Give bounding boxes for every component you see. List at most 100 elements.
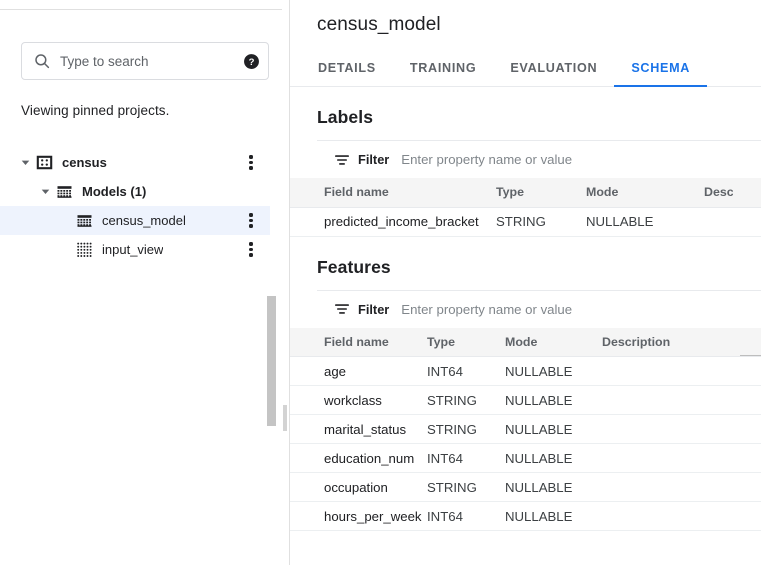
tree-item-label: input_view xyxy=(102,242,164,257)
cell-field-name: marital_status xyxy=(290,414,427,444)
tab-evaluation[interactable]: EVALUATION xyxy=(493,49,614,86)
cell-type: INT64 xyxy=(427,501,505,531)
tree-item-label: census_model xyxy=(102,213,186,228)
view-icon xyxy=(76,241,93,258)
cell-field-name: occupation xyxy=(290,472,427,502)
column-header-type: Type xyxy=(496,178,586,208)
schema-table-features: Field name Type Mode Description age INT64 NUL… xyxy=(290,327,761,531)
cell-description xyxy=(602,385,740,415)
project-icon xyxy=(36,154,53,171)
tree-item-census-model[interactable]: census_model xyxy=(0,206,270,235)
filter-input-features[interactable] xyxy=(401,301,761,317)
cell-description xyxy=(602,443,740,473)
tab-schema[interactable]: SCHEMA xyxy=(614,49,707,87)
search-input[interactable] xyxy=(60,53,237,69)
tab-training[interactable]: TRAINING xyxy=(393,49,493,86)
cell-truncated xyxy=(740,414,761,444)
column-header-mode: Mode xyxy=(586,178,704,208)
cell-field-name: education_num xyxy=(290,443,427,473)
cell-field-name: workclass xyxy=(290,385,427,415)
page-title: census_model xyxy=(317,13,441,35)
filter-icon xyxy=(334,152,350,168)
table-row[interactable]: education_num INT64 NULLABLE xyxy=(290,443,761,473)
tree-item-models-1[interactable]: Models (1) xyxy=(0,177,270,206)
search-icon xyxy=(33,52,51,70)
app-root: ? Viewing pinned projects. census Models … xyxy=(0,0,761,565)
cell-mode: NULLABLE xyxy=(505,414,602,444)
search-box[interactable]: ? xyxy=(21,42,269,80)
cell-mode: NULLABLE xyxy=(505,443,602,473)
tree-item-label: census xyxy=(62,155,107,170)
column-header-type: Type xyxy=(427,327,505,357)
cell-truncated xyxy=(740,356,761,386)
schema-content: LabelsFilterField nameTypeModeDescriptio… xyxy=(290,87,761,564)
section-heading-features: Features xyxy=(317,256,391,277)
cell-truncated xyxy=(740,385,761,415)
filter-bar-labels[interactable]: Filter xyxy=(317,140,761,178)
cell-truncated xyxy=(740,443,761,473)
cell-mode: NULLABLE xyxy=(505,385,602,415)
column-header-description: Description xyxy=(704,178,733,208)
cell-field-name: age xyxy=(290,356,427,386)
column-header-description: Description xyxy=(602,327,740,357)
sidebar-scrollbar[interactable] xyxy=(264,0,280,565)
more-options-icon[interactable] xyxy=(244,213,258,229)
cell-description xyxy=(602,414,740,444)
model-group-icon xyxy=(56,183,73,200)
cell-mode: NULLABLE xyxy=(505,356,602,386)
cell-type: INT64 xyxy=(427,443,505,473)
sidebar: ? Viewing pinned projects. census Models … xyxy=(0,0,289,565)
cell-mode: NULLABLE xyxy=(586,207,704,237)
chevron-down-icon[interactable] xyxy=(34,181,56,203)
title-bar: census_model xyxy=(290,0,761,49)
model-icon xyxy=(76,212,93,229)
schema-table-labels: Field nameTypeModeDescriptionpredicted_i… xyxy=(290,178,761,237)
table-row[interactable]: marital_status STRING NULLABLE xyxy=(290,414,761,444)
filter-bar-features[interactable]: Filter xyxy=(317,289,761,328)
cell-type: INT64 xyxy=(427,356,505,386)
column-header-field-name: Field name xyxy=(290,327,427,357)
cell-field-name: hours_per_week xyxy=(290,501,427,531)
cell-mode: NULLABLE xyxy=(505,501,602,531)
table-row[interactable]: predicted_income_bracket STRING NULLABLE xyxy=(290,207,761,237)
cell-description xyxy=(602,501,740,531)
cell-description xyxy=(602,356,740,386)
tree-item-census[interactable]: census xyxy=(0,148,270,177)
table-header-row: Field nameTypeModeDescription xyxy=(290,327,761,357)
filter-icon xyxy=(334,301,350,317)
filter-label: Filter xyxy=(358,152,390,167)
cell-type: STRING xyxy=(427,385,505,415)
pinned-projects-note: Viewing pinned projects. xyxy=(21,103,170,118)
column-header-spacer xyxy=(732,178,761,208)
tree-item-input-view[interactable]: input_view xyxy=(0,235,270,264)
sidebar-top-divider xyxy=(0,9,282,10)
cell-field-name: predicted_income_bracket xyxy=(290,207,496,237)
column-header-mode: Mode xyxy=(505,327,602,357)
cell-description xyxy=(704,207,733,237)
main-panel: census_model DETAILS TRAINING EVALUATION SC… xyxy=(289,0,761,565)
cell-description xyxy=(602,472,740,502)
help-circle-icon[interactable]: ? xyxy=(243,53,260,70)
table-row[interactable]: occupation STRING NULLABLE xyxy=(290,472,761,502)
cell-truncated xyxy=(740,472,761,502)
table-row[interactable]: workclass STRING NULLABLE xyxy=(290,385,761,415)
svg-text:?: ? xyxy=(249,56,255,67)
cell-type: STRING xyxy=(427,472,505,502)
table-row[interactable]: age INT64 NULLABLE xyxy=(290,356,761,386)
project-tree: census Models (1) census_model input_view xyxy=(0,148,270,264)
sidebar-scrollbar-thumb[interactable] xyxy=(267,296,276,426)
cell-mode: NULLABLE xyxy=(505,472,602,502)
more-options-icon[interactable] xyxy=(244,155,258,171)
chevron-down-icon[interactable] xyxy=(14,152,36,174)
table-row[interactable]: hours_per_week INT64 NULLABLE xyxy=(290,501,761,531)
filter-input-labels[interactable] xyxy=(401,152,761,167)
sidebar-inner-scrollbar-thumb[interactable] xyxy=(283,405,287,431)
cell-truncated xyxy=(740,501,761,531)
tab-bar: DETAILS TRAINING EVALUATION SCHEMA xyxy=(290,49,761,87)
tree-item-label: Models (1) xyxy=(82,184,147,199)
cell-type: STRING xyxy=(496,207,586,237)
tab-details[interactable]: DETAILS xyxy=(301,49,393,86)
cell-type: STRING xyxy=(427,414,505,444)
column-header-field-name: Field name xyxy=(290,178,496,208)
more-options-icon[interactable] xyxy=(244,242,258,258)
